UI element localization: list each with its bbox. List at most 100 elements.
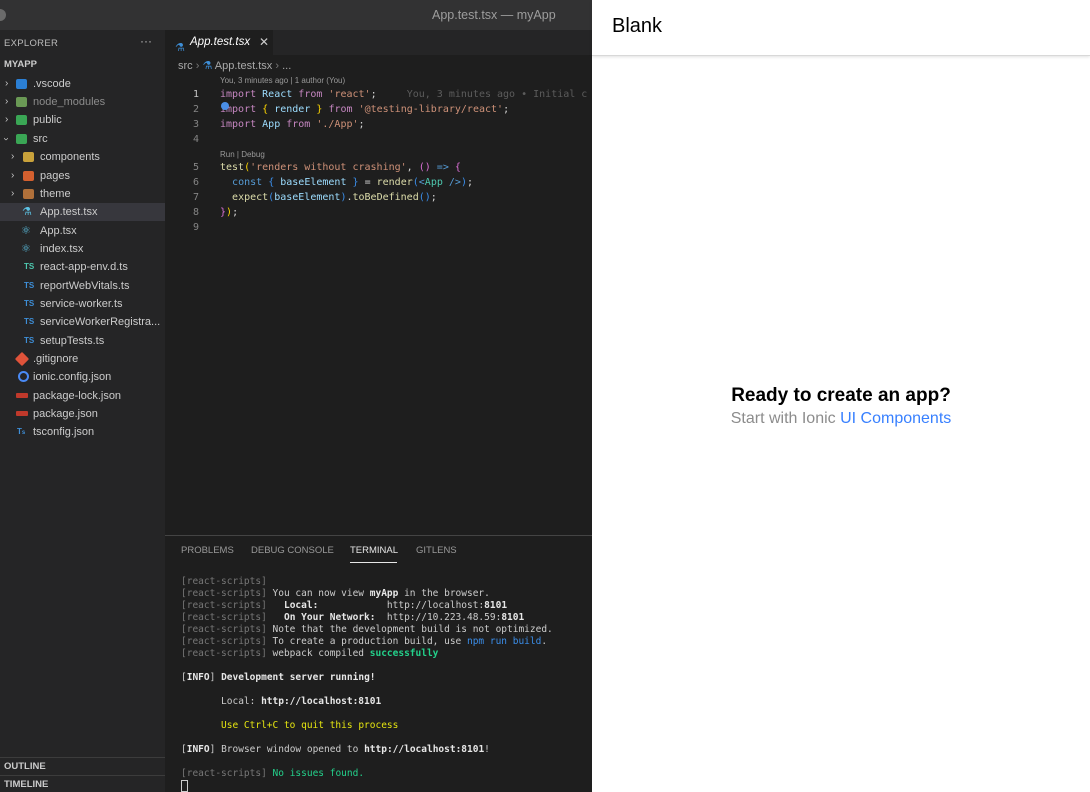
typescript-icon: TS [24,336,35,345]
tree-item-src[interactable]: › src [0,130,165,148]
line-number: 1 [192,89,199,100]
vscode-window: App.test.tsx — myApp EXPLORER ··· MYAPP … [0,0,592,792]
tree-item-pages[interactable]: › pages [0,167,165,185]
folder-open-icon [16,134,27,144]
explorer-sidebar: EXPLORER ··· MYAPP › .vscode › node_module… [0,30,165,792]
code-line-3: import App from './App'; [220,119,365,130]
tab-debug-console[interactable]: DEBUG CONSOLE [251,545,334,556]
breadcrumb-more[interactable]: ... [282,60,291,72]
tree-item-gitignore[interactable]: .gitignore [0,350,165,368]
tree-item-components[interactable]: › components [0,148,165,166]
outline-section[interactable]: OUTLINE [0,757,165,775]
terminal-cursor [181,780,188,792]
terminal-line: [react-scripts] No issues found. [181,768,365,779]
window-title: App.test.tsx — myApp [432,8,556,22]
code-line-5: test('renders without crashing', () => { [220,162,461,173]
code-line-2: import { render } from '@testing-library… [220,104,510,115]
tree-item-report-web-vitals[interactable]: TS reportWebVitals.ts [0,277,165,295]
folder-icon [16,115,27,125]
breadcrumb: src › ⚗ App.test.tsx › ... [178,60,292,72]
chevron-right-icon: › [5,78,9,89]
code-line-7: expect(baseElement).toBeDefined(); [232,192,437,203]
terminal-line: [INFO] Development server running! [181,672,376,683]
typescript-icon: TS [24,281,35,290]
lightbulb-icon[interactable] [221,102,229,110]
tab-app-test[interactable]: ⚗ App.test.tsx ✕ [165,30,273,55]
terminal-line: [react-scripts] [181,576,267,587]
close-icon[interactable]: ✕ [259,30,269,55]
tab-gitlens[interactable]: GITLENS [416,545,457,556]
terminal-line: [react-scripts] webpack compiled success… [181,648,439,659]
start-text: Start with Ionic [730,410,836,427]
terminal-line: [react-scripts] Note that the developmen… [181,624,553,635]
terminal-line: Use Ctrl+C to quit this process [221,720,399,731]
line-number: 8 [192,207,199,218]
tree-item-package-lock[interactable]: package-lock.json [0,387,165,405]
react-icon: ⚛ [21,243,31,255]
page-title: Blank [612,15,663,37]
react-test-icon: ⚗ [175,42,185,54]
code-line-1: import React from 'react'; You, 3 minute… [220,89,588,100]
line-number: 5 [192,162,199,173]
tree-item-react-app-env[interactable]: TS react-app-env.d.ts [0,258,165,276]
bottom-panel: PROBLEMS DEBUG CONSOLE TERMINAL GITLENS … [165,535,592,792]
terminal-line: [react-scripts] To create a production b… [181,636,548,647]
browser-preview: Blank Ready to create an app? Start with… [592,0,1090,792]
tab-problems[interactable]: PROBLEMS [181,545,234,556]
folder-icon [16,97,27,107]
folder-icon [23,152,34,162]
typescript-icon: TS [24,299,35,308]
chevron-right-icon: › [11,151,15,162]
folder-icon [23,171,34,181]
line-number: 4 [192,134,199,145]
breadcrumb-file[interactable]: App.test.tsx [215,60,272,72]
terminal-line: [react-scripts] On Your Network: http://… [181,612,525,623]
line-number: 9 [192,222,199,233]
tree-item-service-worker-registration[interactable]: TS serviceWorkerRegistra... [0,313,165,331]
workspace-root[interactable]: MYAPP [4,59,37,70]
tree-item-setup-tests[interactable]: TS setupTests.ts [0,332,165,350]
app-header: Blank [592,0,1090,56]
breadcrumb-folder[interactable]: src [178,60,193,72]
npm-icon [16,411,28,416]
editor-group: ⚗ App.test.tsx ✕ src › ⚗ App.test.tsx › … [165,30,592,535]
hero-subtext: Start with Ionic UI Components [592,410,1090,428]
npm-icon [16,393,28,398]
chevron-right-icon: › [5,96,9,107]
chevron-down-icon: › [0,137,12,141]
git-blame-lens[interactable]: You, 3 minutes ago | 1 author (You) [220,76,345,85]
tree-item-index-tsx[interactable]: ⚛ index.tsx [0,240,165,258]
tree-item-app-test[interactable]: ⚗ App.test.tsx [0,203,165,221]
typescript-def-icon: TS [24,262,35,271]
tree-item-service-worker[interactable]: TS service-worker.ts [0,295,165,313]
tree-item-public[interactable]: › public [0,111,165,129]
run-debug-lens[interactable]: Run | Debug [220,150,265,159]
line-number: 7 [192,192,199,203]
explorer-header: EXPLORER [4,38,59,49]
active-tab-indicator [350,562,397,563]
tree-item-tsconfig[interactable]: Ts tsconfig.json [0,423,165,441]
tree-item-theme[interactable]: › theme [0,185,165,203]
code-line-6: const { baseElement } = render(<App />); [232,177,473,188]
tsconfig-icon: Ts [17,427,26,436]
window-control-icon[interactable] [0,9,6,21]
tree-item-node-modules[interactable]: › node_modules [0,93,165,111]
line-number: 3 [192,119,199,130]
hero-heading: Ready to create an app? [731,385,951,406]
more-actions-icon[interactable]: ··· [140,34,152,48]
tab-terminal[interactable]: TERMINAL [350,545,398,556]
tree-item-ionic-config[interactable]: ionic.config.json [0,368,165,386]
tree-item-app-tsx[interactable]: ⚛ App.tsx [0,222,165,240]
tree-item-vscode[interactable]: › .vscode [0,75,165,93]
folder-icon [16,79,27,89]
line-number: 2 [192,104,199,115]
editor-tabs: ⚗ App.test.tsx ✕ [165,30,592,55]
terminal-line: [react-scripts] You can now view myApp i… [181,588,490,599]
tree-item-package-json[interactable]: package.json [0,405,165,423]
code-line-8: }); [220,207,239,218]
ui-components-link[interactable]: UI Components [840,410,951,427]
line-number: 6 [192,177,199,188]
folder-icon [23,189,34,199]
timeline-section[interactable]: TIMELINE [0,775,165,792]
title-bar: App.test.tsx — myApp [0,0,592,30]
